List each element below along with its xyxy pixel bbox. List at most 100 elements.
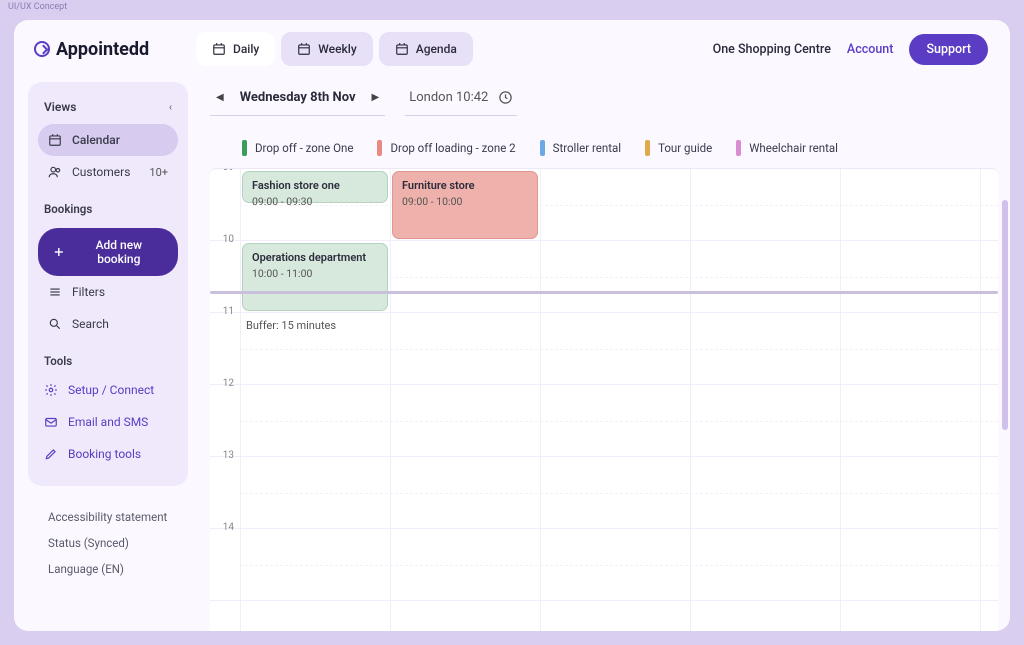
tab-agenda[interactable]: Agenda xyxy=(379,32,473,66)
clock-logo-icon xyxy=(34,41,50,57)
concept-label: UI/UX Concept xyxy=(8,2,67,12)
event-time: 09:00 - 09:30 xyxy=(252,195,378,208)
plus-icon xyxy=(52,245,66,259)
sidebar-card: Views ‹ Calendar Customers 10+ Bookings … xyxy=(28,82,188,486)
date-selector: ◀ Wednesday 8th Nov ▶ xyxy=(210,86,385,116)
booking-tools-label: Booking tools xyxy=(68,447,141,461)
current-time-line xyxy=(210,291,998,294)
calendar-grid[interactable]: 09 10 11 12 13 14 xyxy=(210,168,998,631)
menu-icon xyxy=(48,285,62,299)
legend-color-icon xyxy=(540,140,545,156)
chevron-left-icon: ‹ xyxy=(169,102,172,113)
event-title: Furniture store xyxy=(402,179,528,192)
app-window: Appointedd Daily Weekly Agenda One Shopp… xyxy=(14,20,1010,631)
sidebar-item-customers[interactable]: Customers 10+ xyxy=(38,156,178,188)
hour-label: 13 xyxy=(214,450,234,461)
date-bar: ◀ Wednesday 8th Nov ▶ London 10:42 xyxy=(210,76,998,124)
legend-item[interactable]: Drop off loading - zone 2 xyxy=(377,140,515,156)
legend-label: Drop off - zone One xyxy=(255,141,353,155)
timezone-selector[interactable]: London 10:42 xyxy=(405,86,517,116)
legend-color-icon xyxy=(736,140,741,156)
calendar-icon xyxy=(212,42,226,56)
hour-label: 11 xyxy=(214,306,234,317)
email-sms-label: Email and SMS xyxy=(68,415,148,429)
event-operations-dept[interactable]: Operations department 10:00 - 11:00 xyxy=(242,243,388,311)
views-header[interactable]: Views ‹ xyxy=(38,96,178,124)
legend-label: Drop off loading - zone 2 xyxy=(390,141,515,155)
timezone-text: London 10:42 xyxy=(409,90,488,105)
search-icon xyxy=(48,317,62,331)
hour-label: 09 xyxy=(214,168,234,173)
prev-day-arrow-icon[interactable]: ◀ xyxy=(212,92,228,103)
header: Appointedd Daily Weekly Agenda One Shopp… xyxy=(14,20,1010,70)
language-link[interactable]: Language (EN) xyxy=(48,556,182,582)
calendar-icon xyxy=(297,42,311,56)
event-fashion-store[interactable]: Fashion store one 09:00 - 09:30 xyxy=(242,171,388,203)
search-label: Search xyxy=(72,317,109,331)
org-name: One Shopping Centre xyxy=(713,42,831,57)
sidebar-item-calendar[interactable]: Calendar xyxy=(38,124,178,156)
status-link[interactable]: Status (Synced) xyxy=(48,530,182,556)
legend-item[interactable]: Stroller rental xyxy=(540,140,621,156)
users-icon xyxy=(48,165,62,179)
legend-color-icon xyxy=(242,140,247,156)
filters-label: Filters xyxy=(72,285,105,299)
buffer-label: Buffer: 15 minutes xyxy=(246,319,336,332)
tab-agenda-label: Agenda xyxy=(416,42,457,56)
tab-daily[interactable]: Daily xyxy=(196,32,275,66)
legend-item[interactable]: Tour guide xyxy=(645,140,712,156)
accessibility-link[interactable]: Accessibility statement xyxy=(48,504,182,530)
mail-icon xyxy=(44,415,58,429)
customers-count: 10+ xyxy=(149,166,168,179)
booking-tools-link[interactable]: Booking tools xyxy=(38,438,178,470)
scrollbar[interactable] xyxy=(1002,200,1008,430)
view-tabs: Daily Weekly Agenda xyxy=(196,32,473,66)
calendar-icon xyxy=(395,42,409,56)
add-booking-button[interactable]: Add new booking xyxy=(38,228,178,276)
sidebar: Views ‹ Calendar Customers 10+ Bookings … xyxy=(28,82,188,631)
add-booking-label: Add new booking xyxy=(74,238,164,266)
setup-connect-link[interactable]: Setup / Connect xyxy=(38,374,178,406)
legend-item[interactable]: Drop off - zone One xyxy=(242,140,353,156)
clock-icon xyxy=(498,90,513,105)
legend-item[interactable]: Wheelchair rental xyxy=(736,140,838,156)
sidebar-item-search[interactable]: Search xyxy=(38,308,178,340)
pencil-icon xyxy=(44,447,58,461)
tab-daily-label: Daily xyxy=(233,42,259,56)
main-area: ◀ Wednesday 8th Nov ▶ London 10:42 Drop … xyxy=(188,70,1010,631)
hour-label: 14 xyxy=(214,522,234,533)
sidebar-calendar-label: Calendar xyxy=(72,133,120,147)
views-label: Views xyxy=(44,100,76,114)
legend-color-icon xyxy=(645,140,650,156)
hour-label: 10 xyxy=(214,234,234,245)
date-text[interactable]: Wednesday 8th Nov xyxy=(240,90,356,105)
event-title: Operations department xyxy=(252,251,378,264)
event-title: Fashion store one xyxy=(252,179,378,192)
legend-label: Wheelchair rental xyxy=(749,141,838,155)
header-right: One Shopping Centre Account Support xyxy=(713,34,988,65)
sidebar-customers-label: Customers xyxy=(72,165,130,179)
email-sms-link[interactable]: Email and SMS xyxy=(38,406,178,438)
next-day-arrow-icon[interactable]: ▶ xyxy=(368,92,384,103)
account-link[interactable]: Account xyxy=(847,42,894,57)
tab-weekly-label: Weekly xyxy=(318,42,356,56)
gear-icon xyxy=(44,383,58,397)
logo-text: Appointedd xyxy=(56,39,149,60)
event-furniture-store[interactable]: Furniture store 09:00 - 10:00 xyxy=(392,171,538,239)
legend: Drop off - zone One Drop off loading - z… xyxy=(210,124,998,168)
event-time: 09:00 - 10:00 xyxy=(402,195,528,208)
legend-color-icon xyxy=(377,140,382,156)
setup-connect-label: Setup / Connect xyxy=(68,383,154,397)
bookings-section-label: Bookings xyxy=(38,188,178,222)
footer-links: Accessibility statement Status (Synced) … xyxy=(28,486,188,582)
logo: Appointedd xyxy=(34,39,192,60)
legend-label: Tour guide xyxy=(658,141,712,155)
hour-label: 12 xyxy=(214,378,234,389)
event-time: 10:00 - 11:00 xyxy=(252,267,378,280)
calendar-icon xyxy=(48,133,62,147)
legend-label: Stroller rental xyxy=(553,141,621,155)
support-button[interactable]: Support xyxy=(909,34,988,65)
tools-section-label: Tools xyxy=(38,340,178,374)
sidebar-item-filters[interactable]: Filters xyxy=(38,276,178,308)
tab-weekly[interactable]: Weekly xyxy=(281,32,372,66)
